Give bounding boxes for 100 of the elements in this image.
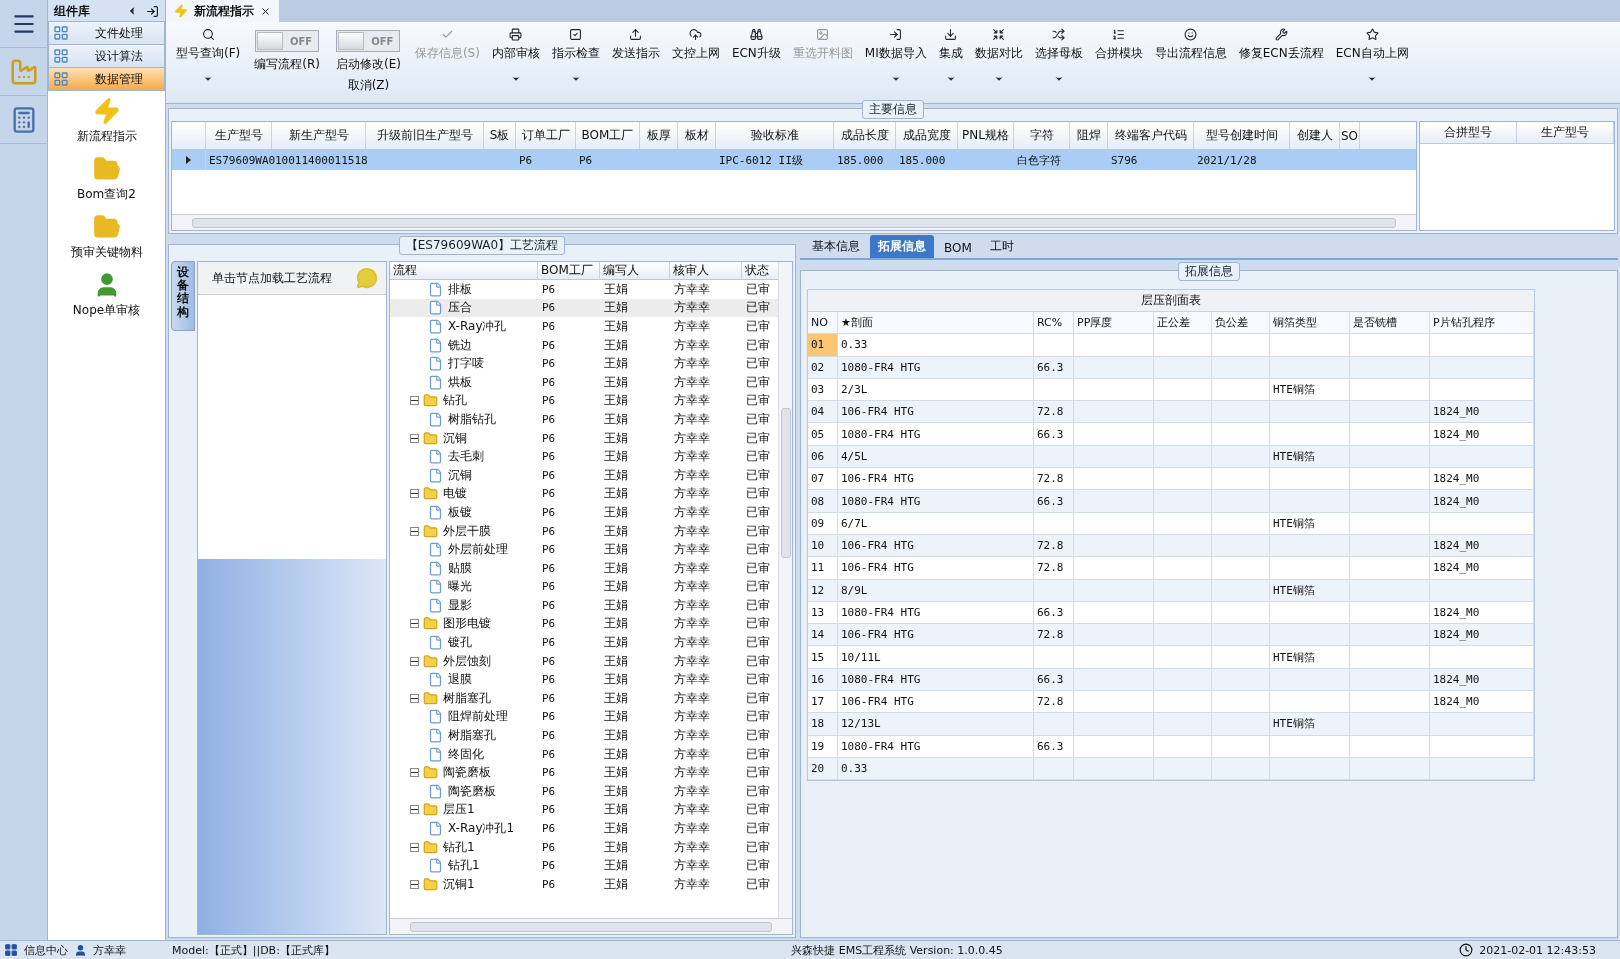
- column-header[interactable]: 终端客户代码: [1108, 122, 1194, 149]
- table-row[interactable]: 19 1080-FR4 HTG 66.3: [808, 735, 1534, 758]
- column-header[interactable]: 成品宽度: [896, 122, 958, 149]
- column-header[interactable]: ★剖面: [838, 312, 1034, 334]
- table-row[interactable]: 16 1080-FR4 HTG 66.3 1824_M0: [808, 668, 1534, 692]
- column-header[interactable]: 编写人: [600, 262, 670, 279]
- column-header[interactable]: 生产型号: [1517, 122, 1614, 143]
- nav-item[interactable]: 文件处理: [48, 21, 165, 45]
- table-row[interactable]: 17 106-FR4 HTG 72.8 1824_M0: [808, 691, 1534, 714]
- toolbar-button[interactable]: 修复ECN丢流程: [1232, 26, 1330, 64]
- collapse-icon[interactable]: [410, 396, 419, 406]
- column-header[interactable]: NO: [808, 312, 838, 334]
- column-header[interactable]: BOM工厂: [538, 262, 600, 279]
- column-header[interactable]: P片钻孔程序: [1430, 312, 1534, 334]
- enter-icon[interactable]: [146, 4, 159, 18]
- column-header[interactable]: 验收标准: [716, 122, 834, 149]
- table-row[interactable]: 15 10/11L HTE铜箔: [808, 646, 1534, 669]
- tab[interactable]: BOM: [936, 238, 980, 258]
- table-row[interactable]: 14 106-FR4 HTG 72.8 1824_M0: [808, 624, 1534, 647]
- launcher-label[interactable]: 新流程指示: [76, 128, 137, 145]
- nav-item[interactable]: 数据管理: [48, 67, 165, 91]
- close-icon[interactable]: [260, 5, 271, 17]
- nav-item[interactable]: 设计算法: [48, 44, 165, 68]
- column-header[interactable]: 升级前旧生产型号: [366, 122, 484, 149]
- toolbar-button[interactable]: 文控上网: [665, 26, 726, 64]
- column-header[interactable]: S板: [484, 122, 516, 149]
- table-row[interactable]: 05 1080-FR4 HTG 66.3 1824_M0: [808, 423, 1534, 446]
- launcher-label[interactable]: Bom查询2: [77, 186, 136, 203]
- tab[interactable]: 工时: [981, 235, 1022, 258]
- collapse-icon[interactable]: [410, 433, 419, 443]
- column-header[interactable]: 合拼型号: [1420, 122, 1517, 143]
- scrollbar[interactable]: [778, 262, 792, 918]
- table-row[interactable]: 12 8/9L HTE铜箔: [808, 579, 1534, 602]
- table-row[interactable]: 20 0.33: [808, 757, 1534, 781]
- column-header[interactable]: 生产型号: [206, 122, 272, 149]
- table-row[interactable]: ES79609WA010011400011518 P6 P6 IPC-6012 II级 185.000 185.000 白色字符 S796 2021/1/28: [172, 150, 1416, 170]
- column-header[interactable]: SO: [1340, 122, 1360, 149]
- table-row[interactable]: 08 1080-FR4 HTG 66.3 1824_M0: [808, 490, 1534, 513]
- collapse-icon[interactable]: [410, 805, 419, 815]
- table-row[interactable]: 09 6/7L HTE铜箔: [808, 512, 1534, 535]
- column-header[interactable]: 创建人: [1290, 122, 1340, 149]
- column-header[interactable]: 成品长度: [834, 122, 896, 149]
- toolbar-button[interactable]: 选择母板: [1028, 26, 1089, 86]
- column-header[interactable]: 阻焊: [1070, 122, 1108, 149]
- column-header[interactable]: 核审人: [670, 262, 742, 279]
- column-header[interactable]: 流程: [390, 262, 538, 279]
- document-tab[interactable]: 新流程指示: [166, 0, 279, 22]
- toolbar-button[interactable]: MI数据导入: [858, 26, 933, 86]
- toolbar-button[interactable]: 集成: [932, 26, 969, 86]
- column-header[interactable]: PP厚度: [1074, 312, 1154, 334]
- toolbar-button[interactable]: 合拼模块: [1088, 26, 1149, 64]
- collapse-icon[interactable]: [410, 693, 419, 703]
- table-row[interactable]: 10 106-FR4 HTG 72.8 1824_M0: [808, 534, 1534, 558]
- table-row[interactable]: 01 0.33: [808, 334, 1534, 357]
- toolbar-button[interactable]: 发送指示: [605, 26, 666, 64]
- table-row[interactable]: 03 2/3L HTE铜箔: [808, 378, 1534, 402]
- toolbar-button[interactable]: 导出流程信息: [1148, 26, 1233, 64]
- table-row[interactable]: 02 1080-FR4 HTG 66.3: [808, 356, 1534, 379]
- collapse-icon[interactable]: [410, 879, 419, 889]
- table-cell: 09: [811, 516, 825, 530]
- table-row[interactable]: 07 106-FR4 HTG 72.8 1824_M0: [808, 468, 1534, 491]
- tab[interactable]: 拓展信息: [870, 235, 934, 258]
- column-header[interactable]: 型号创建时间: [1194, 122, 1290, 149]
- scrollbar[interactable]: [172, 214, 1416, 230]
- toolbar-button[interactable]: 内部审核: [485, 26, 546, 86]
- scrollbar[interactable]: [390, 918, 792, 934]
- collapse-icon[interactable]: [410, 656, 419, 666]
- launcher-label[interactable]: 预审关键物料: [70, 244, 143, 261]
- column-header[interactable]: 板材: [678, 122, 716, 149]
- tab[interactable]: 基本信息: [804, 235, 868, 258]
- collapse-icon[interactable]: [410, 768, 419, 778]
- column-header[interactable]: 铜箔类型: [1270, 312, 1350, 334]
- table-row[interactable]: 06 4/5L HTE铜箔: [808, 445, 1534, 469]
- column-header[interactable]: 订单工厂: [516, 122, 576, 149]
- status-text[interactable]: 信息中心: [24, 942, 68, 958]
- collapse-icon[interactable]: [410, 842, 419, 852]
- collapse-icon[interactable]: [410, 619, 419, 629]
- toolbar-button[interactable]: 型号查询(F): [170, 26, 247, 86]
- launcher-label[interactable]: Nope单审核: [72, 302, 141, 319]
- column-header[interactable]: 负公差: [1212, 312, 1270, 334]
- document-icon: [428, 560, 443, 576]
- column-header[interactable]: 新生产型号: [272, 122, 366, 149]
- table-row[interactable]: 18 12/13L HTE铜箔: [808, 713, 1534, 736]
- column-header[interactable]: RC%: [1034, 312, 1074, 334]
- table-row[interactable]: 04 106-FR4 HTG 72.8 1824_M0: [808, 401, 1534, 424]
- column-header[interactable]: 正公差: [1154, 312, 1212, 334]
- side-tab[interactable]: 设备结构: [171, 261, 195, 331]
- column-header[interactable]: PNL规格: [958, 122, 1014, 149]
- column-header[interactable]: BOM工厂: [576, 122, 640, 149]
- toolbar-button[interactable]: 指示检查: [545, 26, 606, 86]
- collapse-icon[interactable]: [410, 489, 419, 499]
- column-header[interactable]: 板厚: [640, 122, 678, 149]
- table-row[interactable]: 11 106-FR4 HTG 72.8 1824_M0: [808, 557, 1534, 580]
- toolbar-button[interactable]: ECN升级: [725, 26, 787, 64]
- toolbar-button[interactable]: 数据对比: [968, 26, 1029, 86]
- toolbar-button[interactable]: ECN自动上网: [1329, 26, 1415, 86]
- table-row[interactable]: 13 1080-FR4 HTG 66.3 1824_M0: [808, 601, 1534, 625]
- column-header[interactable]: 是否铣槽: [1350, 312, 1430, 334]
- column-header[interactable]: 字符: [1014, 122, 1070, 149]
- collapse-icon[interactable]: [410, 526, 419, 536]
